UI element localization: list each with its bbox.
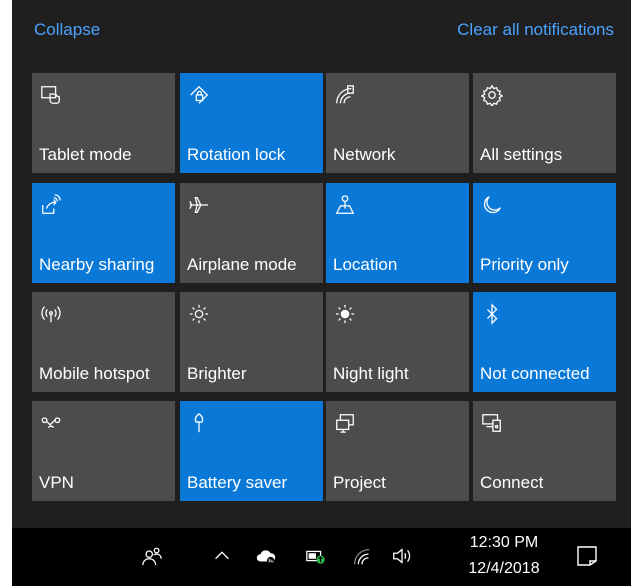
tile-project[interactable]: Project [326,401,469,501]
tile-priority-only[interactable]: Priority only [473,183,616,283]
tile-location[interactable]: Location [326,183,469,283]
taskbar: 12:30 PM 12/4/2018 [12,528,631,586]
tile-vpn[interactable]: VPN [32,401,175,501]
tile-network[interactable]: Network [326,73,469,173]
volume-icon[interactable] [388,542,416,570]
tile-label: Mobile hotspot [39,364,150,383]
tile-label: Project [333,473,386,492]
tile-label: Priority only [480,255,569,274]
tile-label: Nearby sharing [39,255,155,274]
moon-icon [480,193,504,217]
tile-label: Airplane mode [187,255,297,274]
network-icon [333,83,357,107]
tile-tablet-mode[interactable]: Tablet mode [32,73,175,173]
connect-icon [480,411,504,435]
clear-all-notifications-link[interactable]: Clear all notifications [457,20,614,40]
battery-saver-icon [187,411,211,435]
tile-all-settings[interactable]: All settings [473,73,616,173]
collapse-link[interactable]: Collapse [34,20,100,40]
tile-connect[interactable]: Connect [473,401,616,501]
tile-airplane-mode[interactable]: Airplane mode [180,183,323,283]
wifi-icon[interactable] [348,542,376,570]
rotation-lock-icon [187,83,211,107]
chevron-up-icon[interactable] [208,542,236,570]
taskbar-clock[interactable]: 12:30 PM 12/4/2018 [459,534,549,582]
people-icon[interactable] [138,542,166,570]
tile-label: VPN [39,473,74,492]
tile-label: Night light [333,364,409,383]
gear-icon [480,83,504,107]
clock-time: 12:30 PM [469,534,539,551]
project-icon [333,411,357,435]
battery-icon[interactable] [302,542,330,570]
tile-nearby-sharing[interactable]: Nearby sharing [32,183,175,283]
tile-label: All settings [480,145,563,164]
tile-mobile-hotspot[interactable]: Mobile hotspot [32,292,175,392]
onedrive-icon[interactable] [252,542,280,570]
tile-night-light[interactable]: Night light [326,292,469,392]
tile-bluetooth[interactable]: Not connected [473,292,616,392]
sun-icon [187,302,211,326]
tile-label: Location [333,255,398,274]
action-center-panel: Collapse Clear all notifications Tablet … [12,0,631,528]
tile-label: Connect [480,473,544,492]
action-center-icon[interactable] [572,540,602,572]
tile-battery-saver[interactable]: Battery saver [180,401,323,501]
location-icon [333,193,357,217]
nearby-sharing-icon [39,193,63,217]
airplane-icon [187,193,211,217]
hotspot-icon [39,302,63,326]
tile-rotation-lock[interactable]: Rotation lock [180,73,323,173]
tile-label: Network [333,145,396,164]
tile-label: Battery saver [187,473,288,492]
action-center-header: Collapse Clear all notifications [12,0,631,62]
night-light-icon [333,302,357,326]
tile-label: Rotation lock [187,145,286,164]
vpn-icon [39,411,63,435]
tablet-mode-icon [39,83,63,107]
tile-label: Tablet mode [39,145,132,164]
bluetooth-icon [480,302,504,326]
clock-date: 12/4/2018 [468,560,540,577]
tile-label: Not connected [480,364,590,383]
tile-label: Brighter [187,364,247,383]
desktop-edge [0,528,12,586]
tile-brighter[interactable]: Brighter [180,292,323,392]
